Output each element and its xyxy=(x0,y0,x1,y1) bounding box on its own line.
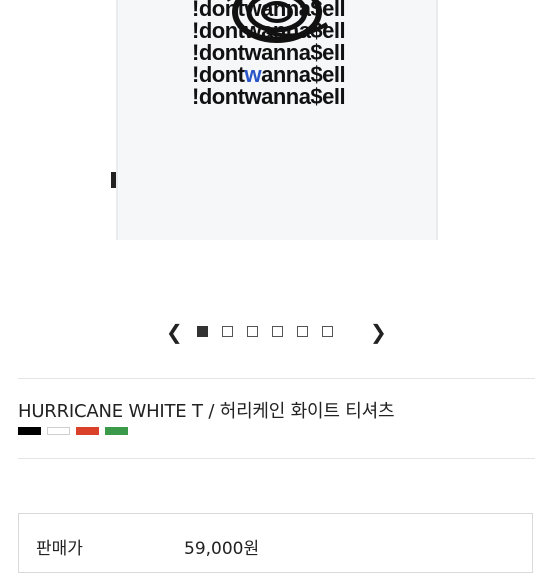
price-label: 판매가 xyxy=(36,539,83,559)
divider xyxy=(18,378,535,379)
price-value: 59,000원 xyxy=(184,539,260,559)
slide-dot[interactable] xyxy=(272,326,283,337)
slide-dot[interactable] xyxy=(322,326,333,337)
chevron-left-icon[interactable]: ❮ xyxy=(166,322,183,342)
divider xyxy=(18,458,535,459)
image-slider: ❮ ❯ xyxy=(0,318,554,348)
chevron-right-icon[interactable]: ❯ xyxy=(370,322,387,342)
product-image: !dontwanna$ell !dontwanna$ell !dontwanna… xyxy=(0,0,554,300)
slide-dot[interactable] xyxy=(297,326,308,337)
tshirt-image: !dontwanna$ell !dontwanna$ell !dontwanna… xyxy=(111,0,438,240)
color-swatch-black[interactable] xyxy=(18,427,41,435)
slide-dot[interactable] xyxy=(222,326,233,337)
color-swatches xyxy=(18,427,128,435)
slide-dot[interactable] xyxy=(197,326,208,337)
color-swatch-red[interactable] xyxy=(76,427,99,435)
product-title: HURRICANE WHITE T / 허리케인 화이트 티셔츠 xyxy=(18,401,395,422)
slide-indicators xyxy=(197,326,333,337)
color-swatch-white[interactable] xyxy=(47,427,70,435)
print-line: !dontwanna$ell xyxy=(192,84,345,109)
slide-dot[interactable] xyxy=(247,326,258,337)
price-box: 판매가 59,000원 xyxy=(18,513,533,573)
color-swatch-green[interactable] xyxy=(105,427,128,435)
